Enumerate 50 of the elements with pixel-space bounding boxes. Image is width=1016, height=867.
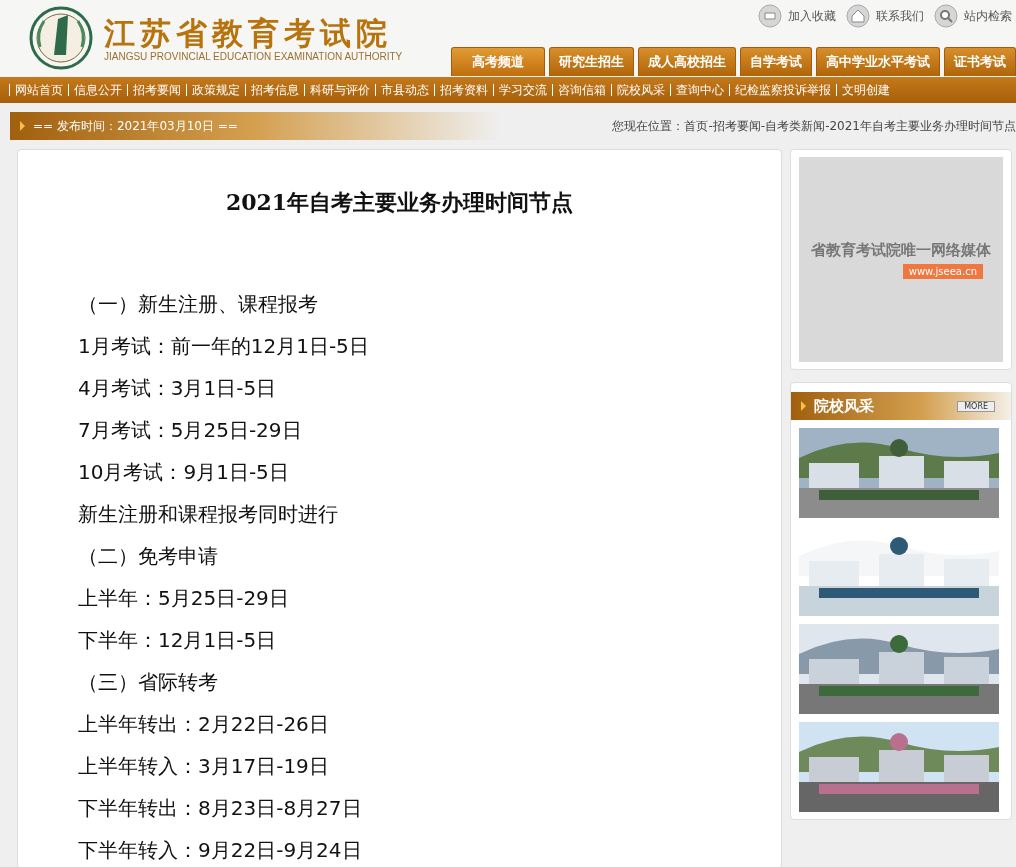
- channel-tab[interactable]: 高考频道: [451, 47, 545, 76]
- article-line: 上半年转入：3月17日-19日: [78, 753, 330, 780]
- channel-tab[interactable]: 研究生招生: [549, 47, 634, 76]
- breadcrumb: 您现在位置：首页-招考要闻-自考类新闻-2021年自考主要业务办理时间节点: [612, 117, 1016, 135]
- section-title: 院校风采: [814, 396, 875, 416]
- emblem-logo-icon: [28, 5, 94, 71]
- channel-tab[interactable]: 证书考试: [944, 47, 1016, 76]
- ad-banner[interactable]: 省教育考试院唯一网络媒体 www.jseea.cn: [799, 157, 1003, 362]
- article-line: 1月考试：前一年的12月1日-5日: [78, 333, 370, 360]
- nav-link[interactable]: 招考要闻: [133, 81, 181, 99]
- article-line: 下半年转出：8月23日-8月27日: [78, 795, 363, 822]
- article-line: （一）新生注册、课程报考: [78, 291, 319, 318]
- article-line: 上半年：5月25日-29日: [78, 585, 290, 612]
- article-line: 4月考试：3月1日-5日: [78, 375, 278, 402]
- nav-link[interactable]: 文明创建: [842, 81, 890, 99]
- nav-link[interactable]: 科研与评价: [310, 81, 370, 99]
- article-line: 10月考试：9月1日-5日: [78, 459, 290, 486]
- nav-link[interactable]: 院校风采: [617, 81, 665, 99]
- channel-tab[interactable]: 成人高校招生: [638, 47, 736, 76]
- nav-link[interactable]: 招考资料: [440, 81, 488, 99]
- nav-link[interactable]: 纪检监察投诉举报: [735, 81, 831, 99]
- site-subtitle: JIANGSU PROVINCIAL EDUCATION EXAMINATION AUTHORITY: [104, 50, 403, 62]
- header-link[interactable]: 加入收藏: [758, 4, 836, 28]
- header-link[interactable]: 站内检索: [934, 4, 1012, 28]
- nav-link[interactable]: 信息公开: [74, 81, 122, 99]
- publish-date: == 发布时间：2021年03月10日 ==: [33, 117, 238, 135]
- nav-link[interactable]: 查询中心: [676, 81, 724, 99]
- article-line: 上半年转出：2月22日-26日: [78, 711, 330, 738]
- article-line: （二）免考申请: [78, 543, 219, 570]
- channel-tab[interactable]: 高中学业水平考试: [816, 47, 940, 76]
- article-line: 7月考试：5月25日-29日: [78, 417, 303, 444]
- house-icon[interactable]: [846, 4, 870, 28]
- article-line: 新生注册和课程报考同时进行: [78, 501, 339, 528]
- article-title: 2021年自考主要业务办理时间节点: [224, 188, 575, 217]
- nav-link[interactable]: 市县动态: [381, 81, 429, 99]
- more-button[interactable]: MORE: [957, 400, 995, 412]
- nav-link[interactable]: 网站首页: [15, 81, 63, 99]
- article-line: 下半年：12月1日-5日: [78, 627, 278, 654]
- nav-link[interactable]: 学习交流: [499, 81, 547, 99]
- nav-link[interactable]: 政策规定: [192, 81, 240, 99]
- ad-url: www.jseea.cn: [902, 263, 983, 279]
- site-title: 江苏省教育考试院: [104, 14, 393, 51]
- article-line: 下半年转入：9月22日-9月24日: [78, 837, 363, 864]
- channel-tab[interactable]: 自学考试: [740, 47, 812, 76]
- article-line: （三）省际转考: [78, 669, 219, 696]
- search-icon[interactable]: [934, 4, 958, 28]
- nav-link[interactable]: 咨询信箱: [558, 81, 606, 99]
- header-link[interactable]: 联系我们: [846, 4, 924, 28]
- ad-slogan: 省教育考试院唯一网络媒体: [811, 240, 991, 260]
- nav-link[interactable]: 招考信息: [251, 81, 299, 99]
